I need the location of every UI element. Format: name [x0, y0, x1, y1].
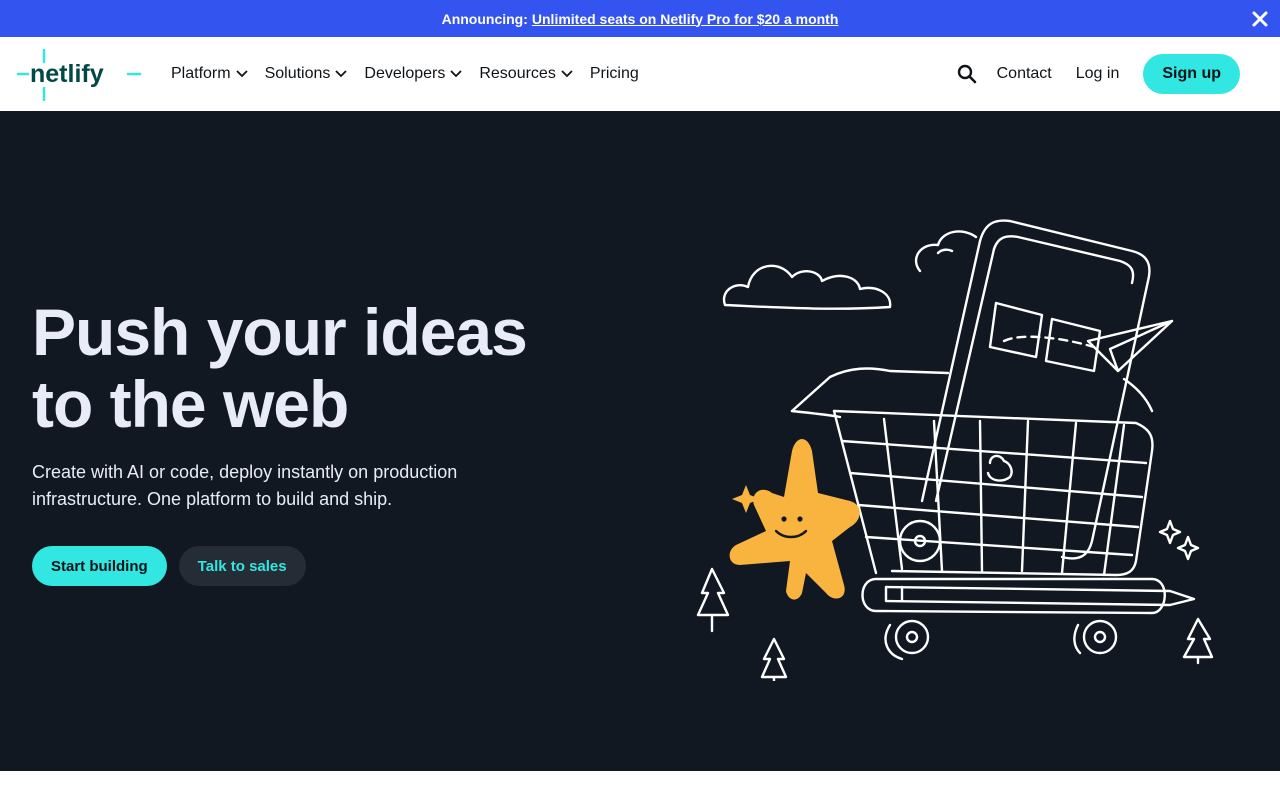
- close-icon[interactable]: [1250, 9, 1270, 29]
- chevron-down-icon: [561, 70, 573, 78]
- hero-subtitle: Create with AI or code, deploy instantly…: [32, 462, 458, 509]
- hero-title: Push your ideas to the web: [32, 296, 592, 440]
- nav-pricing-label: Pricing: [589, 65, 639, 82]
- chevron-down-icon: [235, 70, 248, 78]
- start-building-button[interactable]: Start building: [32, 546, 167, 586]
- hero-section: Push your ideas to the web Create with A…: [0, 111, 1280, 771]
- talk-to-sales-button[interactable]: Talk to sales: [178, 546, 306, 586]
- netlify-logo[interactable]: netlify: [16, 49, 144, 101]
- svg-text:netlify: netlify: [30, 60, 104, 88]
- nav-resources-label: Resources: [479, 65, 556, 82]
- site-header: netlify Platform Solutions Developers Re…: [0, 37, 1280, 111]
- search-icon[interactable]: [957, 64, 977, 84]
- nav-platform-label: Platform: [171, 65, 231, 82]
- nav-platform[interactable]: Platform: [171, 65, 248, 83]
- nav-resources[interactable]: Resources: [479, 65, 573, 83]
- announcement-lead: Announcing:: [441, 10, 528, 27]
- chevron-down-icon: [450, 70, 462, 78]
- shopping-cart-illustration: [696, 219, 1214, 681]
- chevron-down-icon: [335, 70, 348, 78]
- nav-solutions-label: Solutions: [264, 65, 331, 82]
- announcement-link[interactable]: Unlimited seats on Netlify Pro for $20 a…: [532, 11, 839, 27]
- nav-developers-label: Developers: [364, 65, 446, 82]
- main-nav: Platform Solutions Developers Resources …: [171, 37, 656, 111]
- contact-link[interactable]: Contact: [997, 65, 1052, 83]
- nav-pricing[interactable]: Pricing: [590, 65, 639, 83]
- header-actions: Contact Log in Sign up: [957, 37, 1240, 111]
- announcement-bar: Announcing: Unlimited seats on Netlify P…: [0, 0, 1280, 37]
- page-bottom: [0, 771, 1280, 800]
- hero-title-line-1: Push your ideas: [32, 295, 528, 369]
- nav-developers[interactable]: Developers: [364, 65, 462, 83]
- hero-title-line-2: to the web: [32, 367, 349, 441]
- signup-button[interactable]: Sign up: [1143, 54, 1240, 94]
- hero-cta-group: Start building Talk to sales: [32, 546, 306, 586]
- login-link[interactable]: Log in: [1076, 65, 1120, 83]
- nav-solutions[interactable]: Solutions: [265, 65, 348, 83]
